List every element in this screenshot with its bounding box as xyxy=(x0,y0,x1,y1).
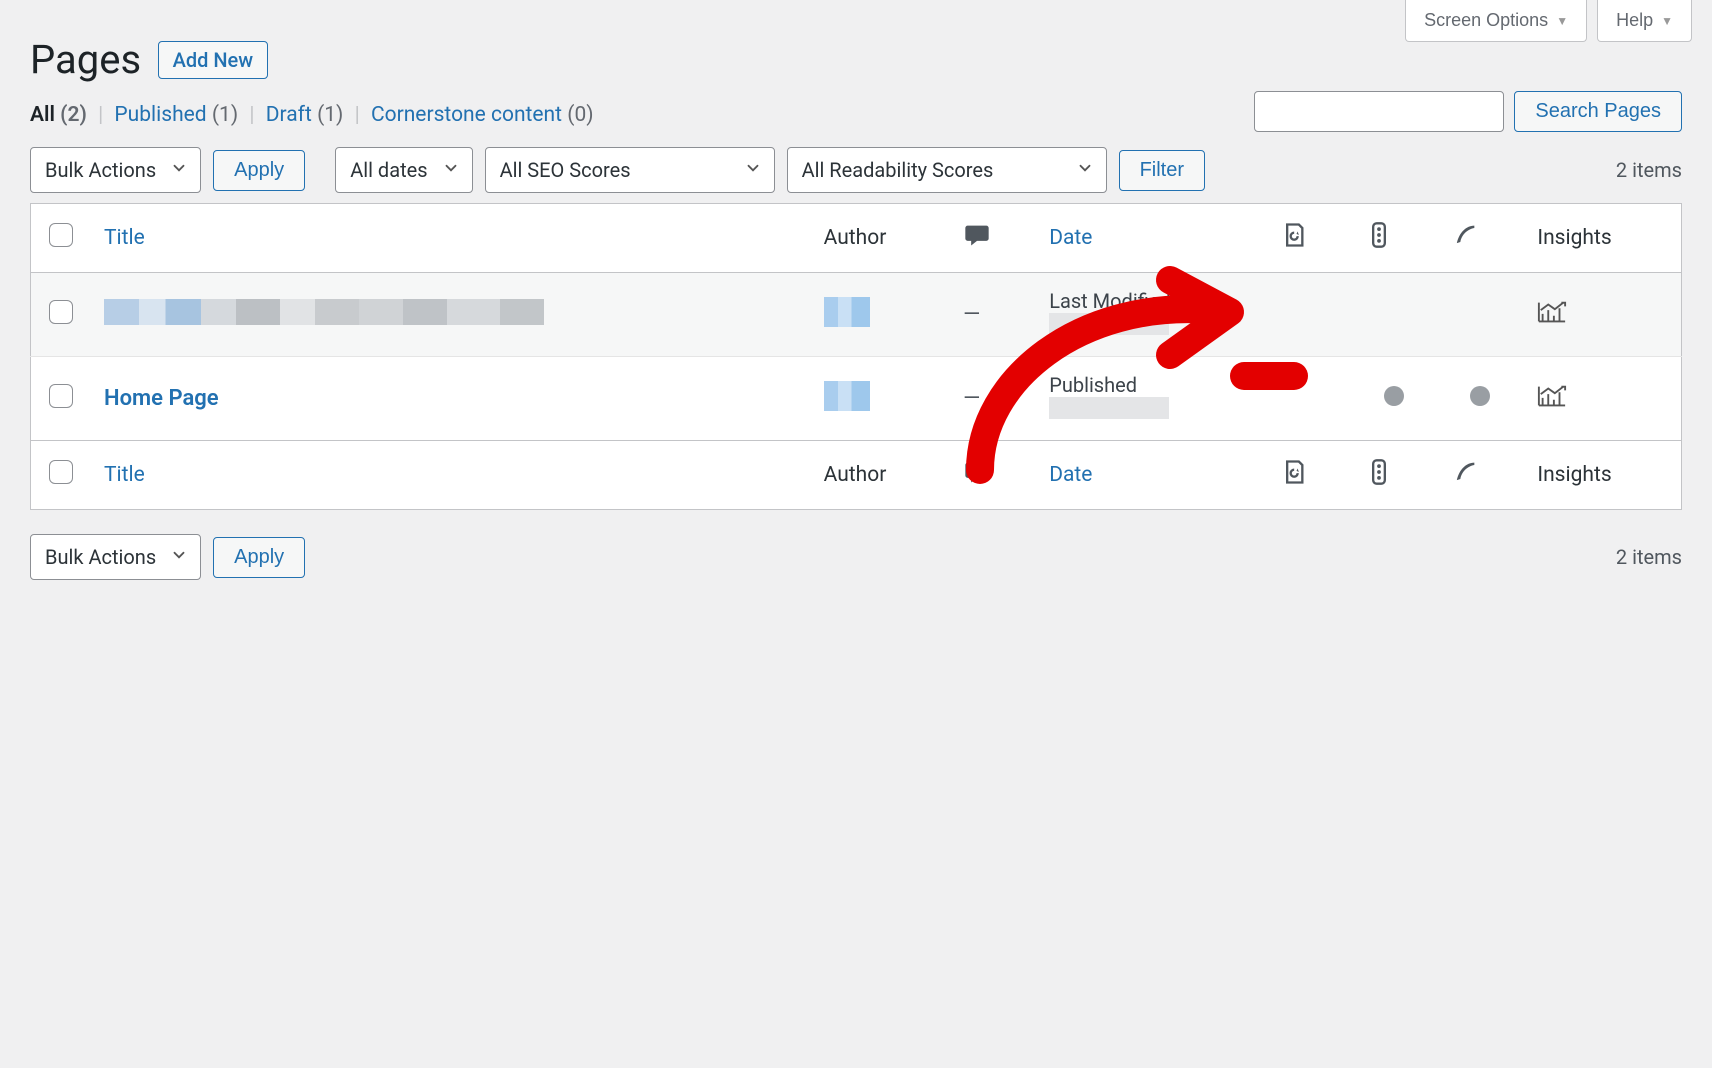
table-row: Home Page — Published xyxy=(31,357,1682,441)
page-refresh-icon xyxy=(1279,458,1307,486)
column-title-footer[interactable]: Title xyxy=(90,441,810,510)
insights-link[interactable] xyxy=(1523,357,1681,441)
redacted-author xyxy=(824,381,870,411)
search-button[interactable]: Search Pages xyxy=(1514,91,1682,132)
no-comments: — xyxy=(963,386,980,411)
filter-published-link[interactable]: Published xyxy=(114,103,206,127)
apply-button[interactable]: Apply xyxy=(213,150,305,191)
column-links-header xyxy=(1265,204,1351,273)
row-checkbox[interactable] xyxy=(49,384,73,408)
pages-table: Title Author Date Insights xyxy=(30,203,1682,510)
items-count-top: 2 items xyxy=(1616,158,1682,182)
no-comments: — xyxy=(963,302,980,327)
redacted-date xyxy=(1049,313,1169,335)
column-comments-header[interactable] xyxy=(949,204,1035,273)
filter-cornerstone-link[interactable]: Cornerstone content xyxy=(371,103,562,127)
page-title: Pages xyxy=(30,36,141,83)
redacted-title xyxy=(104,299,544,325)
seo-scores-select[interactable]: All SEO Scores xyxy=(485,147,775,193)
row-status: Last Modified xyxy=(1049,289,1251,313)
table-row: — Last Modified xyxy=(31,273,1682,357)
select-all-checkbox[interactable] xyxy=(49,223,73,247)
bulk-actions-select-bottom[interactable]: Bulk Actions xyxy=(30,534,201,580)
column-readability-header xyxy=(1437,204,1523,273)
search-input[interactable] xyxy=(1254,91,1504,132)
add-new-button[interactable]: Add New xyxy=(158,41,269,79)
screen-options-label: Screen Options xyxy=(1424,10,1548,31)
column-title-header[interactable]: Title xyxy=(90,204,810,273)
row-checkbox[interactable] xyxy=(49,300,73,324)
column-date-footer[interactable]: Date xyxy=(1035,441,1265,510)
row-status: Published xyxy=(1049,373,1251,397)
filter-draft-link[interactable]: Draft xyxy=(266,103,312,127)
row-title-link[interactable]: Home Page xyxy=(104,386,219,411)
chevron-down-icon xyxy=(1076,158,1094,182)
search-box: Search Pages xyxy=(1254,91,1682,132)
items-count-bottom: 2 items xyxy=(1616,545,1682,569)
select-all-checkbox-bottom[interactable] xyxy=(49,460,73,484)
traffic-light-icon xyxy=(1365,221,1393,249)
tablenav-top: Bulk Actions Apply All dates All SEO Sco… xyxy=(30,147,1682,193)
chevron-down-icon xyxy=(442,158,460,182)
column-date-header[interactable]: Date xyxy=(1035,204,1265,273)
bulk-actions-select[interactable]: Bulk Actions xyxy=(30,147,201,193)
chart-line-icon xyxy=(1537,383,1567,409)
comment-icon xyxy=(963,458,991,486)
help-label: Help xyxy=(1616,10,1653,31)
dates-select[interactable]: All dates xyxy=(335,147,472,193)
readability-scores-select[interactable]: All Readability Scores xyxy=(787,147,1107,193)
page-refresh-icon xyxy=(1279,221,1307,249)
chevron-down-icon xyxy=(170,545,188,569)
seo-score-indicator xyxy=(1384,386,1404,406)
chevron-down-icon xyxy=(744,158,762,182)
column-insights-footer: Insights xyxy=(1523,441,1681,510)
column-author-header: Author xyxy=(810,204,949,273)
comment-icon xyxy=(963,221,991,249)
column-insights-header: Insights xyxy=(1523,204,1681,273)
feather-icon xyxy=(1451,458,1479,486)
screen-options-button[interactable]: Screen Options ▼ xyxy=(1405,0,1587,42)
column-seo-header xyxy=(1351,204,1437,273)
chevron-down-icon: ▼ xyxy=(1556,14,1568,28)
chart-line-icon xyxy=(1537,299,1567,325)
readability-score-indicator xyxy=(1470,386,1490,406)
redacted-author xyxy=(824,297,870,327)
filter-button[interactable]: Filter xyxy=(1119,150,1205,191)
annotation-highlight xyxy=(1230,362,1308,390)
feather-icon xyxy=(1451,221,1479,249)
tablenav-bottom: Bulk Actions Apply 2 items xyxy=(30,534,1682,580)
traffic-light-icon xyxy=(1365,458,1393,486)
apply-button-bottom[interactable]: Apply xyxy=(213,537,305,578)
redacted-date xyxy=(1049,397,1169,419)
filter-all-link[interactable]: All (2) xyxy=(30,103,87,127)
chevron-down-icon: ▼ xyxy=(1661,14,1673,28)
chevron-down-icon xyxy=(170,158,188,182)
insights-link[interactable] xyxy=(1523,273,1681,357)
help-button[interactable]: Help ▼ xyxy=(1597,0,1692,42)
column-comments-footer[interactable] xyxy=(949,441,1035,510)
column-author-footer: Author xyxy=(810,441,949,510)
